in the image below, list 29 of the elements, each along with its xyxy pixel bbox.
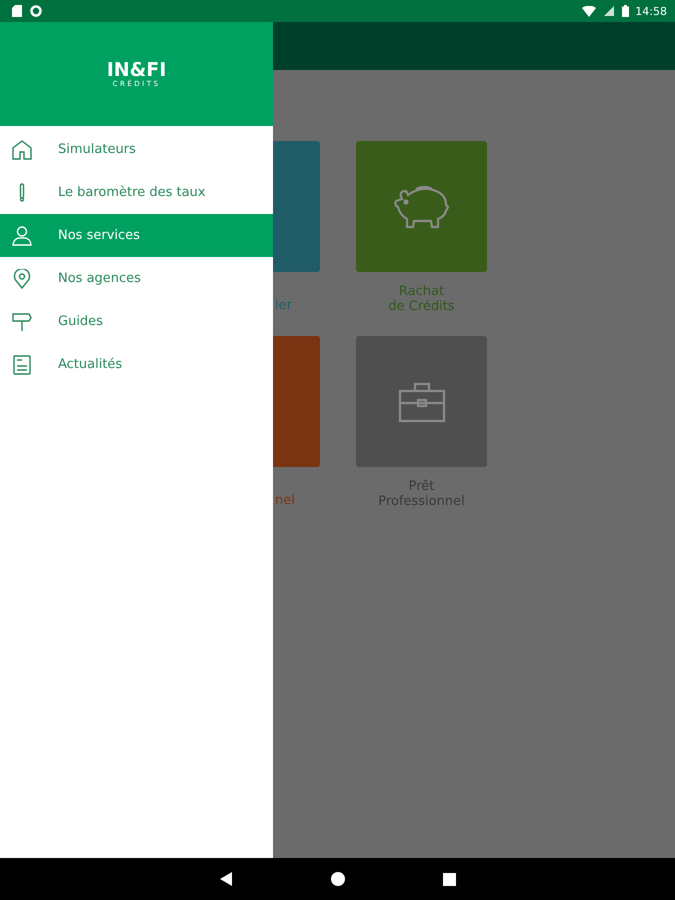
clock: 14:58 [635, 4, 667, 18]
menu-item[interactable]: Actualités [0, 343, 273, 386]
house-icon [12, 140, 32, 160]
tile-label: ier [274, 297, 293, 313]
newspaper-icon [12, 354, 32, 374]
sd-card-icon [12, 5, 22, 17]
battery-icon [622, 5, 630, 17]
menu-item[interactable]: Guides [0, 300, 273, 343]
recents-icon[interactable] [443, 872, 456, 886]
tile-label: nel [274, 492, 296, 508]
signpost-icon [12, 312, 32, 332]
home-icon[interactable] [331, 872, 345, 886]
wifi-icon [582, 6, 596, 16]
service-tile[interactable] [273, 336, 320, 467]
menu-item[interactable]: Le baromètre des taux [0, 171, 273, 214]
menu-item[interactable]: Simulateurs [0, 128, 273, 171]
service-tile[interactable] [356, 336, 487, 467]
briefcase-icon [398, 380, 446, 422]
service-tile[interactable] [356, 141, 487, 272]
signal-icon [604, 6, 614, 16]
person-icon [12, 226, 32, 246]
tile-label: Rachat de Crédits [387, 283, 456, 314]
back-icon[interactable] [219, 872, 233, 886]
location-pin-icon [12, 268, 32, 288]
circle-icon [30, 5, 42, 17]
menu-item[interactable]: Nos services [0, 214, 273, 257]
service-tile[interactable] [273, 141, 320, 272]
menu-item[interactable]: Nos agences [0, 257, 273, 300]
thermometer-icon [19, 183, 25, 202]
